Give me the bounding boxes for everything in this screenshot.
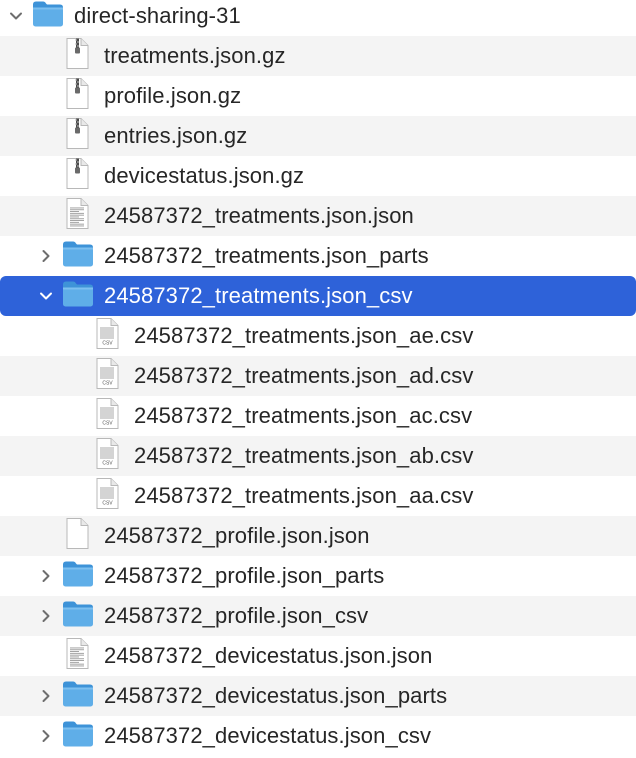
folder-row[interactable]: 24587372_treatments.json_csv	[0, 276, 636, 316]
file-name: 24587372_treatments.json_ad.csv	[134, 363, 474, 388]
csv-file-icon: CSV	[94, 478, 120, 515]
folder-name: 24587372_treatments.json_csv	[104, 283, 413, 308]
folder-icon	[62, 240, 94, 273]
csv-file-icon: CSV	[94, 358, 120, 395]
chevron-down-icon[interactable]	[9, 9, 23, 23]
file-name: treatments.json.gz	[104, 43, 286, 68]
file-row[interactable]: 24587372_profile.json.json	[0, 516, 636, 556]
archive-file-icon	[64, 38, 90, 75]
file-name: 24587372_profile.json.json	[104, 523, 370, 548]
file-row[interactable]: CSV 24587372_treatments.json_aa.csv	[0, 476, 636, 516]
folder-icon	[62, 560, 94, 593]
file-name: devicestatus.json.gz	[104, 163, 305, 188]
file-row[interactable]: CSV 24587372_treatments.json_ac.csv	[0, 396, 636, 436]
blank-file-icon	[64, 518, 90, 555]
file-row[interactable]: 24587372_devicestatus.json.json	[0, 636, 636, 676]
svg-text:CSV: CSV	[102, 461, 113, 467]
svg-text:CSV: CSV	[102, 341, 113, 347]
file-name: 24587372_treatments.json_ae.csv	[134, 323, 474, 348]
file-row[interactable]: CSV 24587372_treatments.json_ae.csv	[0, 316, 636, 356]
file-row[interactable]: devicestatus.json.gz	[0, 156, 636, 196]
file-name: profile.json.gz	[104, 83, 242, 108]
folder-name: 24587372_devicestatus.json_parts	[104, 683, 448, 708]
folder-icon	[62, 680, 94, 713]
folder-name: 24587372_treatments.json_parts	[104, 243, 429, 268]
file-row[interactable]: 24587372_treatments.json.json	[0, 196, 636, 236]
file-row[interactable]: profile.json.gz	[0, 76, 636, 116]
folder-row[interactable]: 24587372_treatments.json_parts	[0, 236, 636, 276]
file-name: 24587372_treatments.json_aa.csv	[134, 483, 474, 508]
file-name: 24587372_treatments.json_ac.csv	[134, 403, 473, 428]
svg-text:CSV: CSV	[102, 421, 113, 427]
folder-name: direct-sharing-31	[74, 3, 241, 28]
file-row[interactable]: entries.json.gz	[0, 116, 636, 156]
folder-row[interactable]: 24587372_devicestatus.json_parts	[0, 676, 636, 716]
folder-icon	[32, 0, 64, 33]
folder-icon	[62, 600, 94, 633]
archive-file-icon	[64, 78, 90, 115]
chevron-right-icon[interactable]	[39, 729, 53, 743]
folder-row[interactable]: 24587372_devicestatus.json_csv	[0, 716, 636, 756]
folder-name: 24587372_profile.json_parts	[104, 563, 385, 588]
svg-text:CSV: CSV	[102, 381, 113, 387]
chevron-right-icon[interactable]	[39, 569, 53, 583]
folder-row[interactable]: 24587372_profile.json_parts	[0, 556, 636, 596]
file-name: entries.json.gz	[104, 123, 248, 148]
archive-file-icon	[64, 118, 90, 155]
csv-file-icon: CSV	[94, 438, 120, 475]
chevron-right-icon[interactable]	[39, 249, 53, 263]
folder-icon	[62, 280, 94, 313]
csv-file-icon: CSV	[94, 318, 120, 355]
chevron-right-icon[interactable]	[39, 609, 53, 623]
file-row[interactable]: CSV 24587372_treatments.json_ad.csv	[0, 356, 636, 396]
file-row[interactable]: CSV 24587372_treatments.json_ab.csv	[0, 436, 636, 476]
json-file-icon	[64, 638, 90, 675]
folder-row[interactable]: direct-sharing-31	[0, 0, 636, 36]
archive-file-icon	[64, 158, 90, 195]
svg-text:CSV: CSV	[102, 501, 113, 507]
file-outline-list: direct-sharing-31 treatments.json.gz profi…	[0, 0, 636, 758]
folder-row[interactable]: 24587372_profile.json_csv	[0, 596, 636, 636]
file-name: 24587372_treatments.json.json	[104, 203, 414, 228]
folder-icon	[62, 720, 94, 753]
folder-name: 24587372_profile.json_csv	[104, 603, 369, 628]
file-name: 24587372_treatments.json_ab.csv	[134, 443, 474, 468]
csv-file-icon: CSV	[94, 398, 120, 435]
json-file-icon	[64, 198, 90, 235]
chevron-down-icon[interactable]	[39, 289, 53, 303]
file-row[interactable]: treatments.json.gz	[0, 36, 636, 76]
chevron-right-icon[interactable]	[39, 689, 53, 703]
file-name: 24587372_devicestatus.json.json	[104, 643, 433, 668]
folder-name: 24587372_devicestatus.json_csv	[104, 723, 432, 748]
